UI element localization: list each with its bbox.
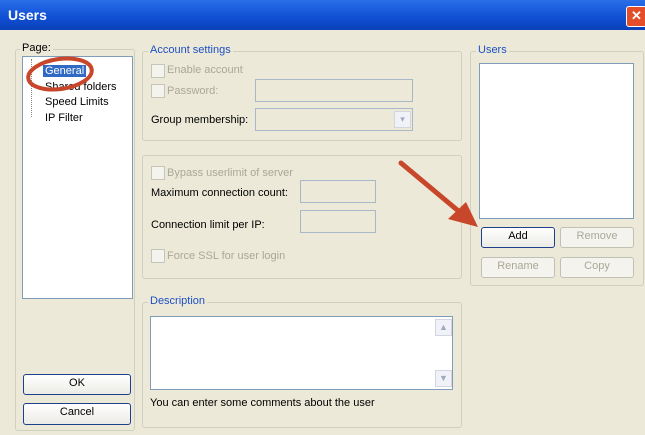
annotation-circle [26,56,94,92]
annotation-arrow-line [398,160,465,217]
annotation-overlay [26,56,478,227]
